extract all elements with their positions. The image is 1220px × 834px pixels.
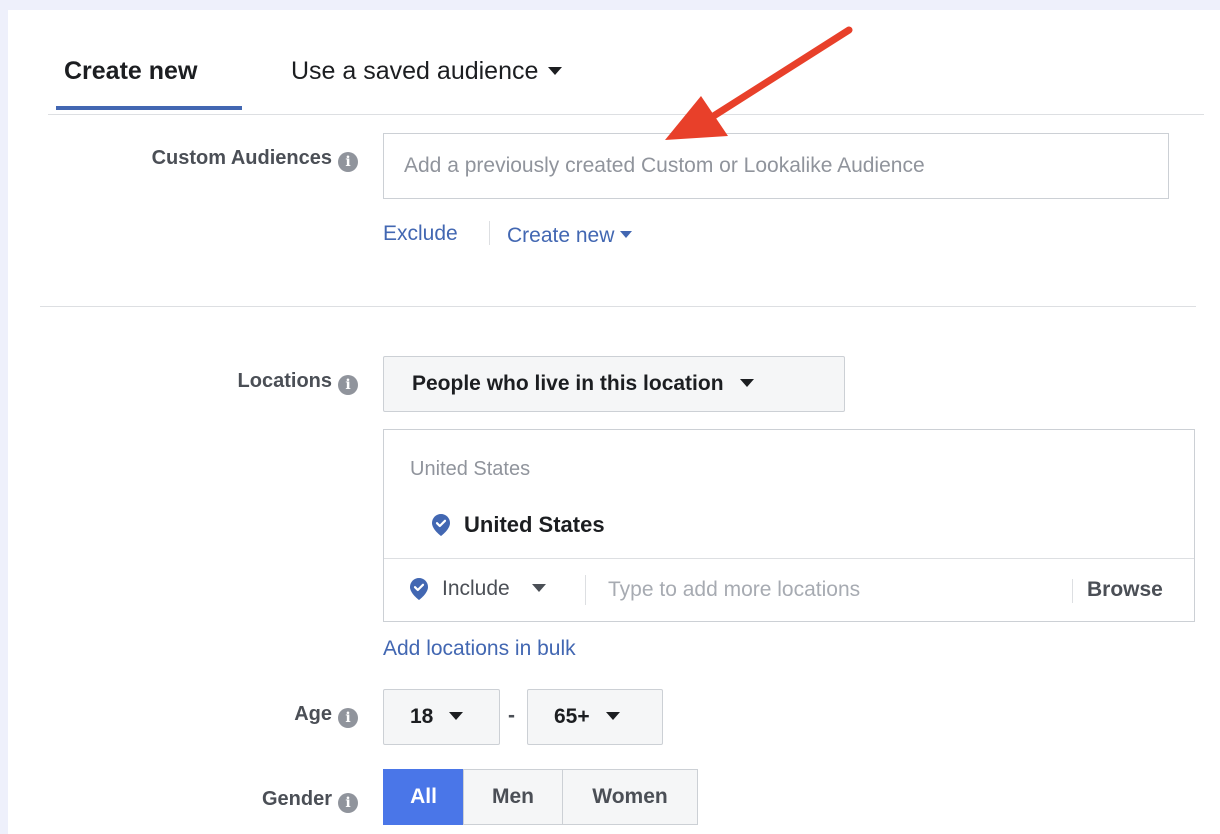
location-type-dropdown[interactable]: People who live in this location [383, 356, 845, 412]
caret-down-icon [531, 583, 546, 592]
tab-saved-audience-label: Use a saved audience [291, 57, 539, 85]
gender-all-button[interactable]: All [383, 769, 464, 825]
tab-saved-audience[interactable]: Use a saved audience [291, 56, 563, 86]
age-label-row: Age i [294, 703, 358, 728]
create-new-link[interactable]: Create new [507, 224, 633, 248]
selected-location[interactable]: United States [432, 512, 605, 538]
info-icon[interactable]: i [338, 152, 358, 172]
info-icon[interactable]: i [338, 375, 358, 395]
caret-down-icon [739, 378, 754, 387]
locations-label-row: Locations i [238, 370, 358, 395]
location-pin-icon [432, 514, 450, 536]
caret-down-icon [548, 66, 563, 75]
selected-location-label: United States [464, 512, 605, 537]
locations-label: Locations [237, 370, 332, 392]
create-new-link-label: Create new [507, 224, 615, 247]
location-type-value: People who live in this location [412, 372, 724, 395]
age-max-dropdown[interactable]: 65+ [527, 689, 663, 745]
exclude-link[interactable]: Exclude [383, 222, 458, 246]
tab-create-new[interactable]: Create new [64, 56, 197, 86]
location-input-row: Include Browse [384, 558, 1194, 622]
audience-tabs: Create new Use a saved audience [48, 10, 1204, 115]
add-locations-bulk-link[interactable]: Add locations in bulk [383, 637, 576, 661]
custom-audiences-label-row: Custom Audiences i [152, 147, 358, 172]
active-tab-underline [56, 106, 242, 110]
location-selector: United States United States Include Brow… [383, 429, 1195, 622]
info-icon[interactable]: i [338, 793, 358, 813]
caret-down-icon [605, 711, 620, 720]
gender-men-button[interactable]: Men [463, 769, 563, 825]
age-separator: - [508, 704, 515, 727]
age-label: Age [294, 703, 332, 725]
info-icon[interactable]: i [338, 708, 358, 728]
targeting-panel: Create new Use a saved audience Custom A… [8, 10, 1220, 834]
include-label: Include [442, 577, 510, 600]
include-dropdown[interactable]: Include [410, 577, 546, 601]
gender-selector: All Men Women [383, 769, 698, 825]
link-divider [489, 221, 490, 245]
browse-divider [1072, 579, 1073, 603]
age-max-value: 65+ [554, 705, 590, 728]
caret-down-icon [620, 231, 633, 239]
gender-label: Gender [261, 788, 332, 810]
location-search-input[interactable] [596, 569, 1090, 611]
caret-down-icon [449, 711, 464, 720]
gender-women-button[interactable]: Women [562, 769, 698, 825]
browse-button[interactable]: Browse [1087, 578, 1163, 602]
location-pin-icon [410, 578, 428, 600]
include-divider [585, 575, 586, 605]
custom-audience-input[interactable] [383, 133, 1169, 199]
section-divider [40, 306, 1196, 307]
gender-label-row: Gender i [262, 788, 358, 813]
location-group-title: United States [410, 458, 531, 480]
age-min-dropdown[interactable]: 18 [383, 689, 500, 745]
age-min-value: 18 [410, 705, 434, 728]
custom-audiences-label: Custom Audiences [151, 147, 332, 169]
